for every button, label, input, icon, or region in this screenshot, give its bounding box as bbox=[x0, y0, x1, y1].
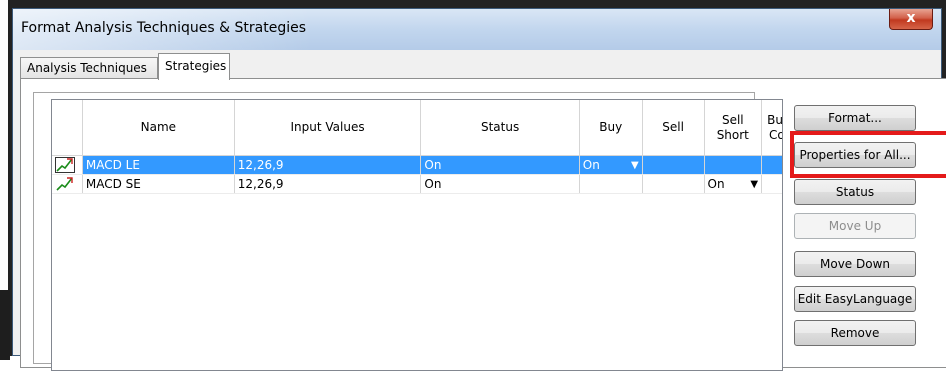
properties-for-all-button[interactable]: Properties for All... bbox=[794, 142, 916, 168]
close-icon: x bbox=[906, 10, 916, 26]
cell-name: MACD LE bbox=[82, 155, 235, 175]
column-header-sell-short[interactable]: Sell Short bbox=[704, 100, 763, 156]
table-header-row: Name Input Values Status Buy Sell Sell S… bbox=[52, 100, 782, 156]
cell-input-values: 12,26,9 bbox=[234, 174, 422, 194]
tab-analysis-techniques[interactable]: Analysis Techniques bbox=[20, 57, 158, 79]
window-title: Format Analysis Techniques & Strategies bbox=[21, 20, 307, 36]
format-button[interactable]: Format... bbox=[794, 105, 916, 131]
strategy-icon-cell bbox=[52, 155, 83, 175]
cell-status: On bbox=[420, 155, 580, 175]
tab-label: Analysis Techniques bbox=[27, 61, 147, 75]
dropdown-arrow-icon[interactable]: ▼ bbox=[750, 179, 758, 190]
move-up-button[interactable]: Move Up bbox=[794, 213, 916, 239]
move-down-button[interactable]: Move Down bbox=[794, 251, 916, 277]
cell-sell-short-value: On bbox=[707, 177, 725, 191]
column-header-buy[interactable]: Buy bbox=[579, 100, 643, 156]
column-header-input-values[interactable]: Input Values bbox=[234, 100, 422, 156]
strategy-icon bbox=[56, 177, 73, 191]
cell-buy-value: On bbox=[582, 158, 600, 172]
cell-buy-to-cover bbox=[761, 155, 782, 175]
dropdown-arrow-icon[interactable]: ▼ bbox=[631, 160, 639, 171]
title-bar[interactable]: Format Analysis Techniques & Strategies … bbox=[13, 9, 941, 50]
cell-buy-dropdown[interactable]: On ▼ bbox=[579, 155, 643, 175]
table-row[interactable]: MACD LE 12,26,9 On On ▼ bbox=[52, 155, 782, 175]
tab-label: Strategies bbox=[165, 59, 227, 73]
cell-sell bbox=[642, 174, 705, 194]
cell-sell bbox=[642, 155, 705, 175]
column-header-sell[interactable]: Sell bbox=[642, 100, 705, 156]
strategies-grid[interactable]: Name Input Values Status Buy Sell Sell S… bbox=[51, 99, 783, 371]
strategy-icon-cell bbox=[52, 174, 83, 194]
column-header-name[interactable]: Name bbox=[82, 100, 235, 156]
column-header-buy-to-cover[interactable]: Buy to Cover bbox=[761, 100, 782, 156]
strategy-icon bbox=[55, 157, 75, 173]
table-row[interactable]: MACD SE 12,26,9 On On ▼ bbox=[52, 174, 782, 194]
remove-button[interactable]: Remove bbox=[794, 320, 916, 346]
edit-easylanguage-button[interactable]: Edit EasyLanguage bbox=[794, 286, 916, 312]
cell-input-values: 12,26,9 bbox=[234, 155, 422, 175]
cell-name: MACD SE bbox=[82, 174, 235, 194]
left-border bbox=[0, 290, 10, 360]
cell-sell-short bbox=[704, 155, 763, 175]
cell-status: On bbox=[420, 174, 580, 194]
strategies-table: Name Input Values Status Buy Sell Sell S… bbox=[52, 100, 782, 194]
tab-strategies[interactable]: Strategies bbox=[158, 53, 230, 80]
column-header-icon[interactable] bbox=[52, 100, 83, 156]
cell-sell-short-dropdown[interactable]: On ▼ bbox=[704, 174, 763, 194]
cell-buy bbox=[579, 174, 643, 194]
cell-buy-to-cover bbox=[761, 174, 782, 194]
close-button[interactable]: x bbox=[889, 9, 933, 30]
column-header-status[interactable]: Status bbox=[420, 100, 580, 156]
status-button[interactable]: Status bbox=[794, 179, 916, 205]
